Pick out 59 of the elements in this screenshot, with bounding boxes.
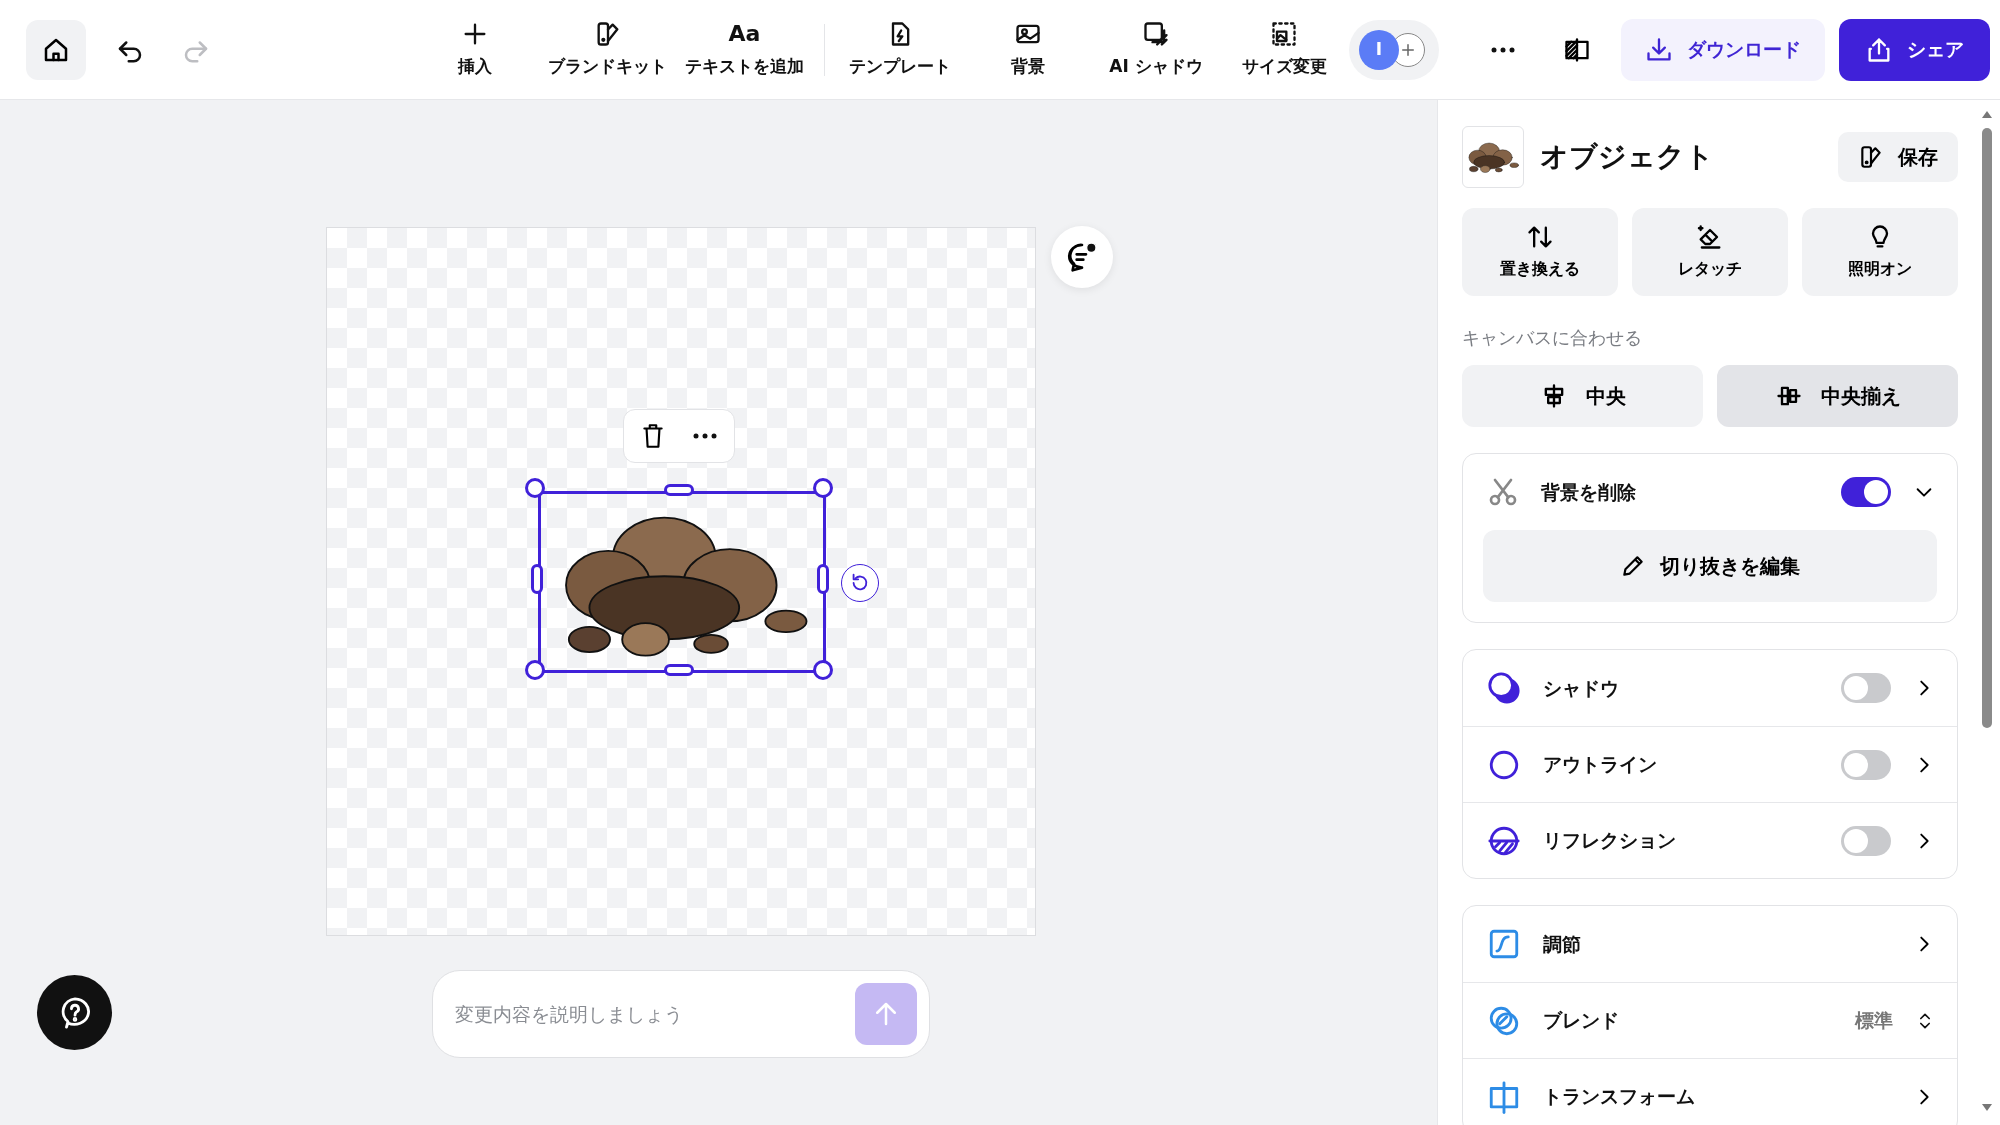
- trash-icon: [640, 422, 666, 450]
- resize-handle[interactable]: [525, 478, 545, 498]
- section-label: キャンバスに合わせる: [1462, 326, 1643, 350]
- toggle-switch[interactable]: [1841, 749, 1891, 780]
- toolbar-tool[interactable]: 挿入: [416, 13, 534, 86]
- action-button[interactable]: 置き換える: [1462, 208, 1618, 296]
- share-button[interactable]: シェア: [1839, 18, 1990, 81]
- toolbar-tool[interactable]: Aa テキストを追加: [681, 13, 808, 86]
- prompt-bar[interactable]: 変更内容を説明しましょう: [432, 970, 930, 1058]
- home-button[interactable]: [26, 19, 86, 80]
- curve-icon: [1487, 927, 1521, 961]
- prompt-field[interactable]: 変更内容を説明しましょう: [453, 998, 855, 1030]
- comment-icon: [1066, 241, 1098, 273]
- pencil-icon: [1620, 553, 1646, 579]
- option-label: アウトライン: [1543, 752, 1657, 778]
- more-icon: [692, 432, 718, 440]
- toolbar-tool[interactable]: サイズ変更: [1225, 13, 1343, 86]
- resize-handle[interactable]: [531, 564, 543, 594]
- user-avatar[interactable]: I: [1359, 29, 1399, 70]
- toolbar-tool[interactable]: テンプレート: [841, 13, 959, 86]
- download-button[interactable]: ダウンロード: [1621, 18, 1825, 81]
- rotate-handle[interactable]: [841, 564, 879, 602]
- resize-icon: [1270, 19, 1298, 48]
- shadow-icon: [1142, 19, 1170, 48]
- toggle-switch[interactable]: [1841, 477, 1891, 507]
- dirt-clump-drawing: [1466, 140, 1520, 174]
- resize-handle[interactable]: [525, 660, 545, 680]
- edit-cutout-button[interactable]: 切り抜きを編集: [1483, 530, 1937, 602]
- align-button[interactable]: 中央揃え: [1717, 365, 1958, 427]
- transform-icon: [1487, 1079, 1521, 1114]
- toolbar-tool[interactable]: AI シャドウ: [1097, 13, 1215, 86]
- resize-handle[interactable]: [817, 564, 829, 594]
- toolbar-tool[interactable]: 背景: [969, 13, 1087, 86]
- option-label: 調節: [1543, 931, 1581, 957]
- option-label: トランスフォーム: [1543, 1084, 1695, 1110]
- toggle-switch[interactable]: [1841, 825, 1891, 856]
- panel-title: オブジェクト: [1540, 139, 1714, 175]
- option-label: ブレンド: [1543, 1008, 1619, 1034]
- resize-handle[interactable]: [664, 484, 694, 496]
- more-icon: [1490, 45, 1516, 54]
- action-button[interactable]: 照明オン: [1802, 208, 1958, 296]
- resize-handle[interactable]: [813, 660, 833, 680]
- option-label: シャドウ: [1543, 675, 1619, 701]
- compare-icon: [1563, 35, 1591, 64]
- option-label: リフレクション: [1543, 828, 1676, 854]
- save-button[interactable]: 保存: [1838, 132, 1958, 182]
- text-icon: Aa: [728, 19, 761, 48]
- shadow-circle-icon: [1487, 671, 1521, 705]
- align-button[interactable]: 中央: [1462, 365, 1703, 427]
- brand-kit-icon: [1858, 144, 1884, 170]
- option-label: 背景を削除: [1541, 479, 1636, 505]
- blend-mode-value[interactable]: 標準: [1855, 1006, 1893, 1035]
- scissors-icon: [1487, 476, 1519, 508]
- resize-handle[interactable]: [664, 664, 694, 676]
- download-icon: [1645, 35, 1673, 64]
- toolbar-tool[interactable]: ブランドキット: [544, 13, 671, 86]
- action-button[interactable]: レタッチ: [1632, 208, 1788, 296]
- toggle-switch[interactable]: [1841, 673, 1891, 703]
- resize-handle[interactable]: [813, 478, 833, 498]
